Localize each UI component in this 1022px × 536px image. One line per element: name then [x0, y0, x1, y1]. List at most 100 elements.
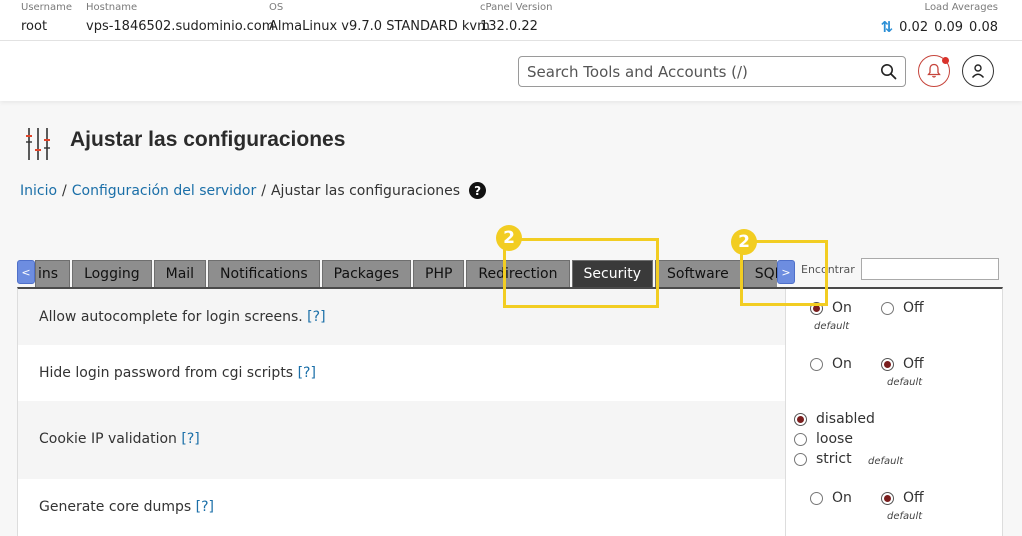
setting-label: Generate core dumps [?]	[39, 499, 214, 515]
search-input[interactable]	[519, 57, 869, 86]
setting-options: On Off default	[785, 479, 1002, 536]
cpanel-version-label: cPanel Version	[480, 2, 553, 13]
hostname-value: vps-1846502.sudominio.com	[86, 19, 275, 34]
radio-button[interactable]	[881, 357, 894, 371]
setting-help-link[interactable]: [?]	[181, 431, 199, 447]
radio-on[interactable]: On	[810, 356, 852, 372]
radio-label: strict	[816, 451, 852, 467]
setting-row: Cookie IP validation [?] disabled loose …	[18, 401, 1002, 479]
setting-help-link[interactable]: [?]	[307, 309, 325, 325]
tab-list: ins Logging Mail Notifications Packages PHP Re…	[35, 260, 777, 287]
setting-options: On Off default	[785, 345, 1002, 401]
annotation-box	[503, 238, 659, 308]
radio-off[interactable]: Off	[881, 490, 924, 506]
radio-strict[interactable]: strict	[794, 451, 852, 467]
user-menu-button[interactable]	[962, 55, 994, 87]
radio-off[interactable]: Off	[881, 300, 924, 316]
search-box[interactable]	[518, 56, 906, 87]
radio-off[interactable]: Off	[881, 356, 924, 372]
swap-arrows-icon: ⇅	[880, 18, 894, 36]
header-toolbar	[0, 41, 1022, 101]
load-averages: Load Averages ⇅ 0.02 0.09 0.08	[881, 0, 998, 36]
help-icon[interactable]: ?	[469, 182, 487, 199]
bell-icon	[927, 63, 941, 78]
radio-button[interactable]	[881, 301, 894, 315]
radio-label: Off	[903, 490, 924, 506]
radio-on[interactable]: On	[810, 490, 852, 506]
radio-button[interactable]	[881, 491, 894, 505]
annotation-badge: 2	[731, 229, 757, 255]
radio-label: disabled	[816, 411, 875, 427]
tab-php[interactable]: PHP	[413, 260, 465, 287]
radio-disabled[interactable]: disabled	[794, 411, 875, 427]
radio-label: Off	[903, 300, 924, 316]
username-value: root	[21, 19, 48, 34]
cpanel-version-value: 132.0.22	[480, 19, 538, 34]
setting-label-text: Hide login password from cgi scripts	[39, 365, 294, 381]
radio-button[interactable]	[794, 432, 807, 446]
breadcrumb-home-link[interactable]: Inicio	[20, 183, 57, 199]
setting-row: Generate core dumps [?] On Off default	[18, 479, 1002, 536]
setting-options: disabled loose strict default	[785, 401, 1002, 479]
tab-mail[interactable]: Mail	[153, 260, 207, 287]
tab-logging[interactable]: Logging	[72, 260, 152, 287]
tab-plugins[interactable]: ins	[35, 260, 71, 287]
radio-button[interactable]	[810, 491, 823, 505]
load-averages-label: Load Averages	[924, 2, 998, 13]
setting-row: Hide login password from cgi scripts [?]…	[18, 345, 1002, 401]
breadcrumb-server-config-link[interactable]: Configuración del servidor	[72, 183, 257, 199]
setting-label-text: Cookie IP validation	[39, 431, 177, 447]
os-label: OS	[269, 2, 284, 13]
tab-notifications[interactable]: Notifications	[208, 260, 320, 287]
find-input[interactable]	[860, 258, 999, 280]
default-note: default	[887, 377, 923, 388]
radio-label: Off	[903, 356, 924, 372]
radio-button[interactable]	[794, 452, 807, 466]
tab-software[interactable]: Software	[655, 260, 741, 287]
tab-scroll-left-button[interactable]: <	[17, 260, 35, 284]
breadcrumb-separator: /	[261, 182, 266, 199]
default-note: default	[814, 321, 850, 332]
load-value-5: 0.09	[934, 19, 964, 35]
load-values: ⇅ 0.02 0.09 0.08	[881, 18, 998, 36]
setting-label-text: Allow autocomplete for login screens.	[39, 309, 303, 325]
breadcrumb-separator: /	[62, 182, 67, 199]
tab-bar: < ins Logging Mail Notifications Packages PHP…	[17, 260, 797, 287]
radio-loose[interactable]: loose	[794, 431, 853, 447]
tweak-settings-icon	[26, 128, 50, 160]
radio-button[interactable]	[810, 357, 823, 371]
radio-label: On	[832, 300, 852, 316]
hostname-label: Hostname	[86, 2, 138, 13]
notification-dot	[942, 57, 949, 64]
tab-packages[interactable]: Packages	[321, 260, 411, 287]
setting-help-link[interactable]: [?]	[298, 365, 316, 381]
notifications-button[interactable]	[918, 55, 950, 87]
default-note: default	[868, 456, 904, 467]
radio-label: On	[832, 490, 852, 506]
radio-label: loose	[816, 431, 853, 447]
os-value: AlmaLinux v9.7.0 STANDARD kvm	[269, 19, 490, 34]
os-info: OS AlmaLinux v9.7.0 STANDARD kvm	[269, 0, 490, 36]
setting-label-text: Generate core dumps	[39, 499, 192, 515]
search-icon[interactable]	[880, 63, 897, 80]
default-note: default	[887, 511, 923, 522]
hostname-info: Hostname vps-1846502.sudominio.com	[86, 0, 274, 36]
setting-label: Hide login password from cgi scripts [?]	[39, 365, 316, 381]
radio-button[interactable]	[794, 412, 807, 426]
username-info: Username root	[21, 0, 72, 36]
radio-label: On	[832, 356, 852, 372]
setting-help-link[interactable]: [?]	[196, 499, 214, 515]
server-info-bar: Username root Hostname vps-1846502.sudom…	[0, 0, 1022, 41]
breadcrumb: Inicio / Configuración del servidor / Aj…	[20, 182, 487, 199]
settings-table: Allow autocomplete for login screens. [?…	[17, 287, 1003, 536]
page-title: Ajustar las configuraciones	[70, 128, 346, 151]
load-value-15: 0.08	[969, 19, 998, 35]
find-setting: Encontrar	[801, 258, 999, 280]
cpanel-version-info: cPanel Version 132.0.22	[480, 0, 552, 36]
user-icon	[971, 64, 985, 78]
username-label: Username	[21, 2, 72, 13]
setting-label: Allow autocomplete for login screens. [?…	[39, 309, 326, 325]
annotation-badge: 2	[496, 225, 522, 251]
load-value-1: 0.02	[899, 19, 929, 35]
setting-label: Cookie IP validation [?]	[39, 431, 200, 447]
